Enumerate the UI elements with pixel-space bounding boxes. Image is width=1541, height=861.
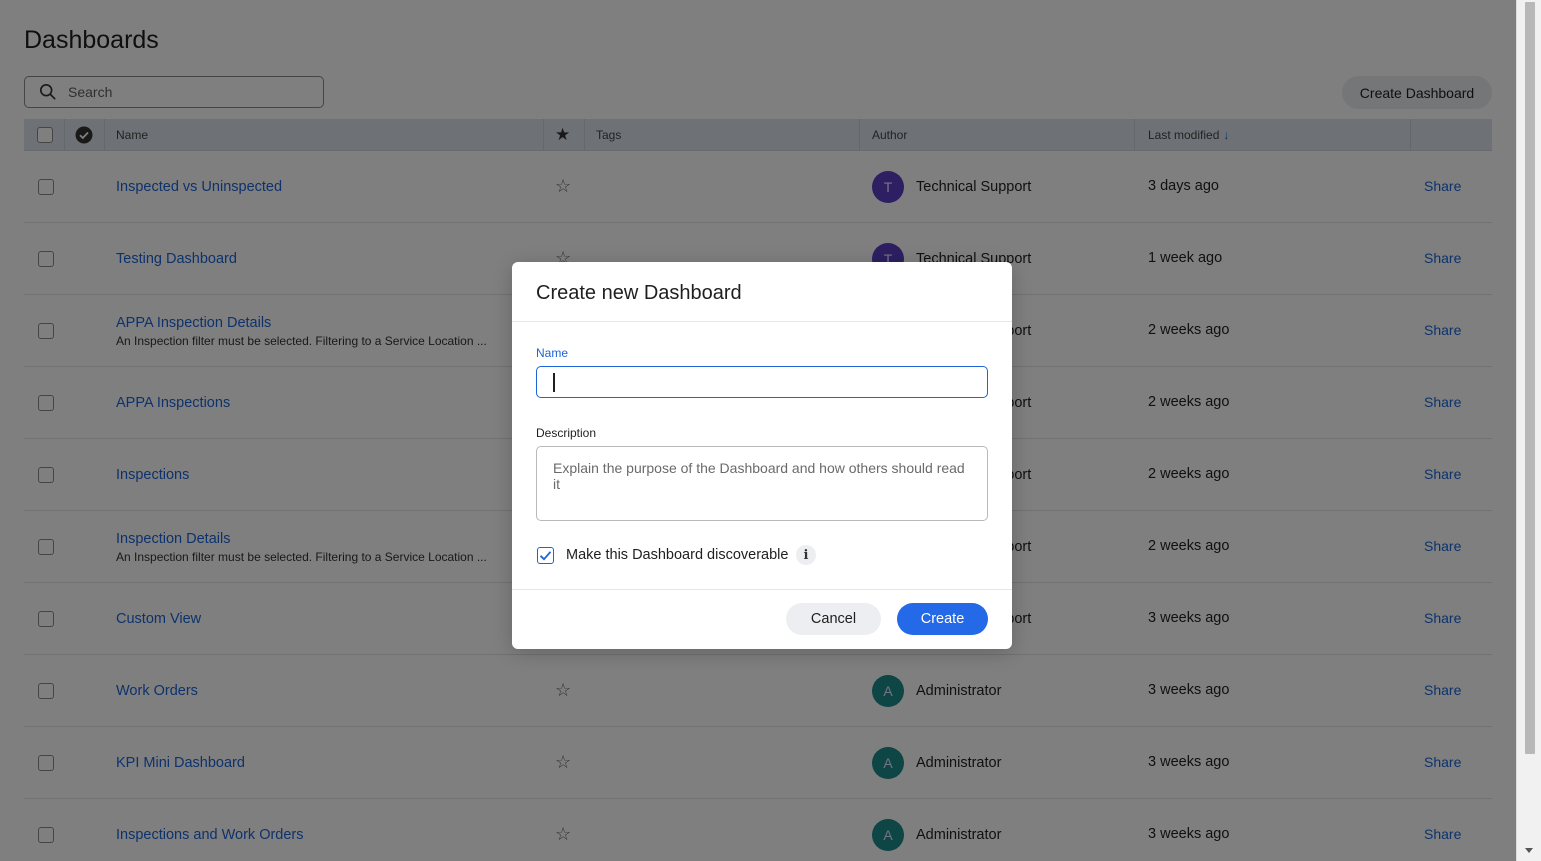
vertical-scrollbar[interactable]	[1516, 0, 1541, 861]
create-dashboard-dialog: Create new Dashboard Name Description Ma…	[512, 262, 1012, 649]
name-label: Name	[536, 346, 569, 360]
scrollbar-thumb[interactable]	[1525, 2, 1535, 754]
divider	[512, 321, 1012, 322]
description-field[interactable]	[536, 446, 988, 521]
info-icon[interactable]: i	[796, 545, 816, 565]
description-label: Description	[536, 426, 597, 440]
text-cursor	[553, 373, 555, 392]
cancel-button[interactable]: Cancel	[786, 603, 881, 635]
name-field[interactable]	[536, 366, 988, 398]
dialog-title: Create new Dashboard	[536, 282, 742, 304]
checkmark-icon	[539, 551, 552, 561]
discoverable-checkbox[interactable]	[537, 547, 554, 564]
discoverable-label[interactable]: Make this Dashboard discoverable	[566, 547, 788, 563]
create-button[interactable]: Create	[897, 603, 988, 635]
divider	[512, 589, 1012, 590]
scroll-down-arrow-icon[interactable]	[1525, 848, 1533, 853]
